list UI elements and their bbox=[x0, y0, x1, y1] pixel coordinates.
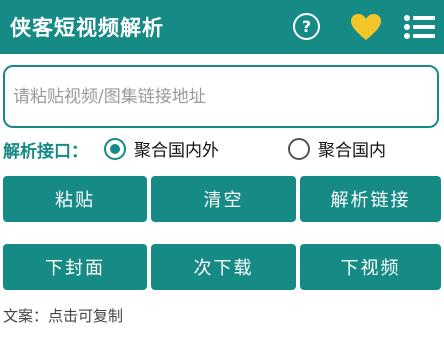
parse-link-button[interactable]: 解析链接 bbox=[300, 176, 441, 222]
radio-domestic-label: 聚合国内 bbox=[318, 141, 386, 161]
menu-icon[interactable] bbox=[404, 15, 436, 39]
paste-button[interactable]: 粘贴 bbox=[3, 176, 147, 222]
download-cover-button[interactable]: 下封面 bbox=[3, 244, 147, 290]
radio-unselected-icon[interactable] bbox=[288, 137, 310, 160]
radio-domestic[interactable]: 聚合国内 bbox=[288, 136, 386, 161]
radio-global-label: 聚合国内外 bbox=[134, 141, 219, 161]
app-header: 侠客短视频解析 ? bbox=[0, 0, 444, 54]
heart-icon[interactable] bbox=[350, 13, 382, 41]
app-title: 侠客短视频解析 bbox=[10, 16, 164, 40]
download-video-button[interactable]: 下视频 bbox=[300, 244, 441, 290]
radio-global[interactable]: 聚合国内外 bbox=[104, 136, 219, 161]
copy-caption-text[interactable]: 文案：点击可复制 bbox=[3, 305, 123, 326]
interface-label: 解析接口： bbox=[3, 142, 88, 162]
help-icon[interactable]: ? bbox=[293, 13, 320, 40]
radio-selected-icon[interactable] bbox=[104, 137, 126, 160]
download-next-button[interactable]: 次下载 bbox=[151, 244, 296, 290]
clear-button[interactable]: 清空 bbox=[151, 176, 296, 222]
url-input[interactable] bbox=[3, 65, 439, 128]
